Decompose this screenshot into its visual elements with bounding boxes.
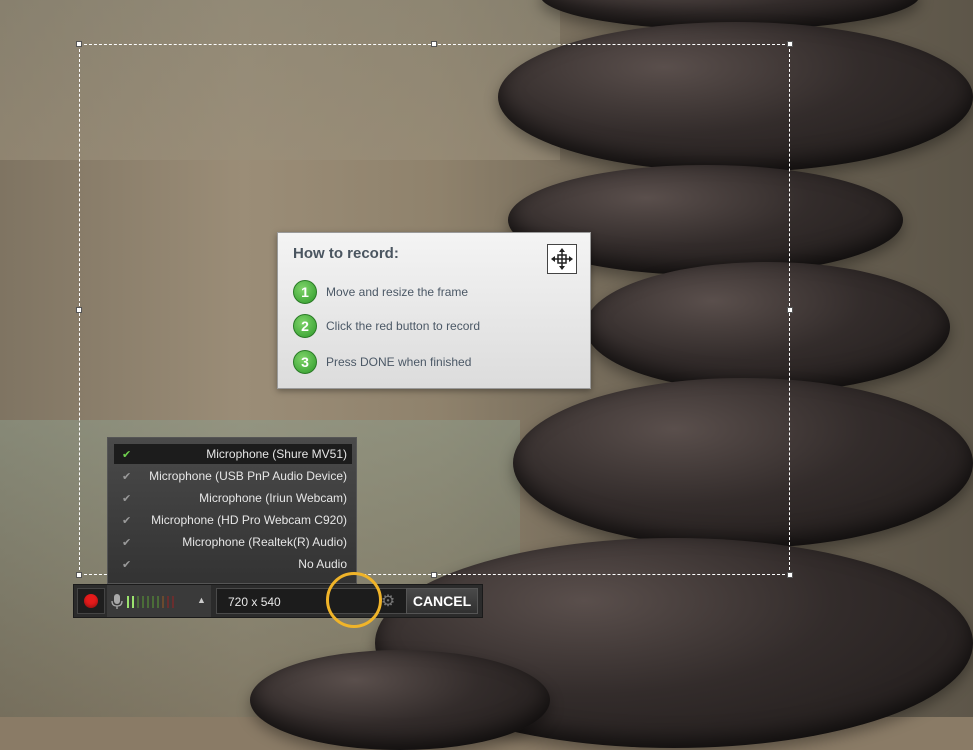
resize-handle-top-center[interactable] (431, 41, 437, 47)
resize-handle-middle-right[interactable] (787, 307, 793, 313)
check-icon: ✔ (122, 536, 132, 549)
caret-up-icon[interactable]: ▲ (197, 595, 206, 605)
mic-option-label: Microphone (USB PnP Audio Device) (149, 469, 347, 483)
resize-handle-top-right[interactable] (787, 41, 793, 47)
step-2: 2 Click the red button to record (293, 314, 480, 338)
mic-option-realtek[interactable]: ✔ Microphone (Realtek(R) Audio) (114, 532, 352, 552)
microphone-icon (111, 594, 123, 609)
how-to-record-panel: How to record: 1 Move and resize the fra… (277, 232, 591, 389)
step-1: 1 Move and resize the frame (293, 280, 468, 304)
step-text: Move and resize the frame (326, 285, 469, 299)
step-3: 3 Press DONE when finished (293, 350, 471, 374)
mic-option-shure[interactable]: ✔ Microphone (Shure MV51) (114, 444, 352, 464)
check-icon: ✔ (122, 448, 132, 461)
move-arrows-icon (551, 248, 573, 270)
mic-option-hd-pro[interactable]: ✔ Microphone (HD Pro Webcam C920) (114, 510, 352, 530)
step-text: Click the red button to record (326, 319, 481, 333)
recorder-toolbar: ▲ 720 x 540 ▼ ⚙ CANCEL (73, 584, 483, 618)
record-button[interactable] (77, 588, 105, 614)
step-number: 2 (293, 314, 317, 338)
mic-option-usb-pnp[interactable]: ✔ Microphone (USB PnP Audio Device) (114, 466, 352, 486)
mic-option-iriun[interactable]: ✔ Microphone (Iriun Webcam) (114, 488, 352, 508)
mic-option-label: Microphone (HD Pro Webcam C920) (151, 513, 347, 527)
mic-option-label: No Audio (298, 557, 347, 571)
resolution-value: 720 x 540 (228, 595, 281, 609)
step-text: Press DONE when finished (326, 355, 472, 369)
panel-title: How to record: (293, 245, 399, 262)
step-number: 1 (293, 280, 317, 304)
microphone-selector[interactable]: ▲ (107, 585, 211, 617)
check-icon: ✔ (122, 558, 132, 571)
resize-handle-top-left[interactable] (76, 41, 82, 47)
move-frame-button[interactable] (547, 244, 577, 274)
mic-option-label: Microphone (Iriun Webcam) (199, 491, 347, 505)
step-number: 3 (293, 350, 317, 374)
gear-icon: ⚙ (380, 593, 396, 610)
mic-option-no-audio[interactable]: ✔ No Audio (114, 554, 352, 574)
resize-handle-bottom-left[interactable] (76, 572, 82, 578)
check-icon: ✔ (122, 470, 132, 483)
highlight-circle (326, 572, 382, 628)
check-icon: ✔ (122, 514, 132, 527)
resize-handle-middle-left[interactable] (76, 307, 82, 313)
microphone-menu: ✔ Microphone (Shure MV51) ✔ Microphone (… (107, 437, 357, 584)
record-dot-icon (84, 594, 98, 608)
mic-option-label: Microphone (Shure MV51) (206, 447, 347, 461)
cancel-button[interactable]: CANCEL (406, 588, 478, 614)
resize-handle-bottom-center[interactable] (431, 572, 437, 578)
audio-level-meter (127, 596, 174, 608)
check-icon: ✔ (122, 492, 132, 505)
mic-option-label: Microphone (Realtek(R) Audio) (182, 535, 347, 549)
resize-handle-bottom-right[interactable] (787, 572, 793, 578)
